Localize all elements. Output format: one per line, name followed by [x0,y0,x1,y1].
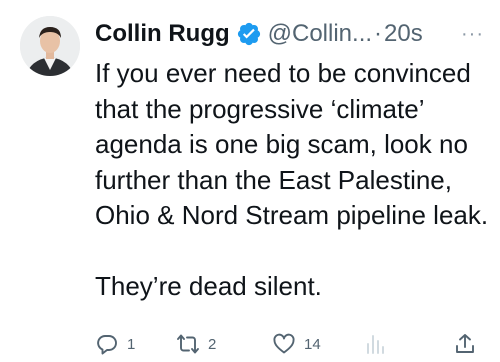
tweet-text-paragraph: They’re dead silent. [95,270,322,301]
retweet-count: 2 [208,335,217,353]
tweet-text: If you ever need to be convinced that th… [95,56,490,304]
tweet-actions: 1 2 14 [95,332,485,360]
tweet-text-paragraph: If you ever need to be convinced that th… [95,58,489,230]
views-button[interactable] [363,332,387,356]
reply-button[interactable]: 1 [95,332,135,356]
verified-badge-icon [237,22,260,46]
reply-icon [97,335,117,355]
share-icon [456,334,474,353]
like-button[interactable]: 14 [272,332,321,356]
tweet-card[interactable]: Collin Rugg @Collin... · 20s ··· If you … [0,0,500,362]
share-button[interactable] [453,332,477,356]
like-icon [273,333,295,354]
like-count: 14 [304,335,321,353]
avatar[interactable] [20,16,80,76]
author-name[interactable]: Collin Rugg [95,20,230,48]
reply-count: 1 [127,335,136,353]
retweet-icon [177,334,199,354]
header-separator: · [374,20,383,47]
more-options-icon[interactable]: ··· [461,23,484,46]
retweet-button[interactable]: 2 [176,332,216,356]
author-handle[interactable]: @Collin... [268,20,372,48]
avatar-image [20,16,80,76]
tweet-timestamp[interactable]: 20s [384,20,423,48]
tweet-header: Collin Rugg @Collin... · 20s ··· [95,16,492,52]
views-icon [367,335,384,354]
